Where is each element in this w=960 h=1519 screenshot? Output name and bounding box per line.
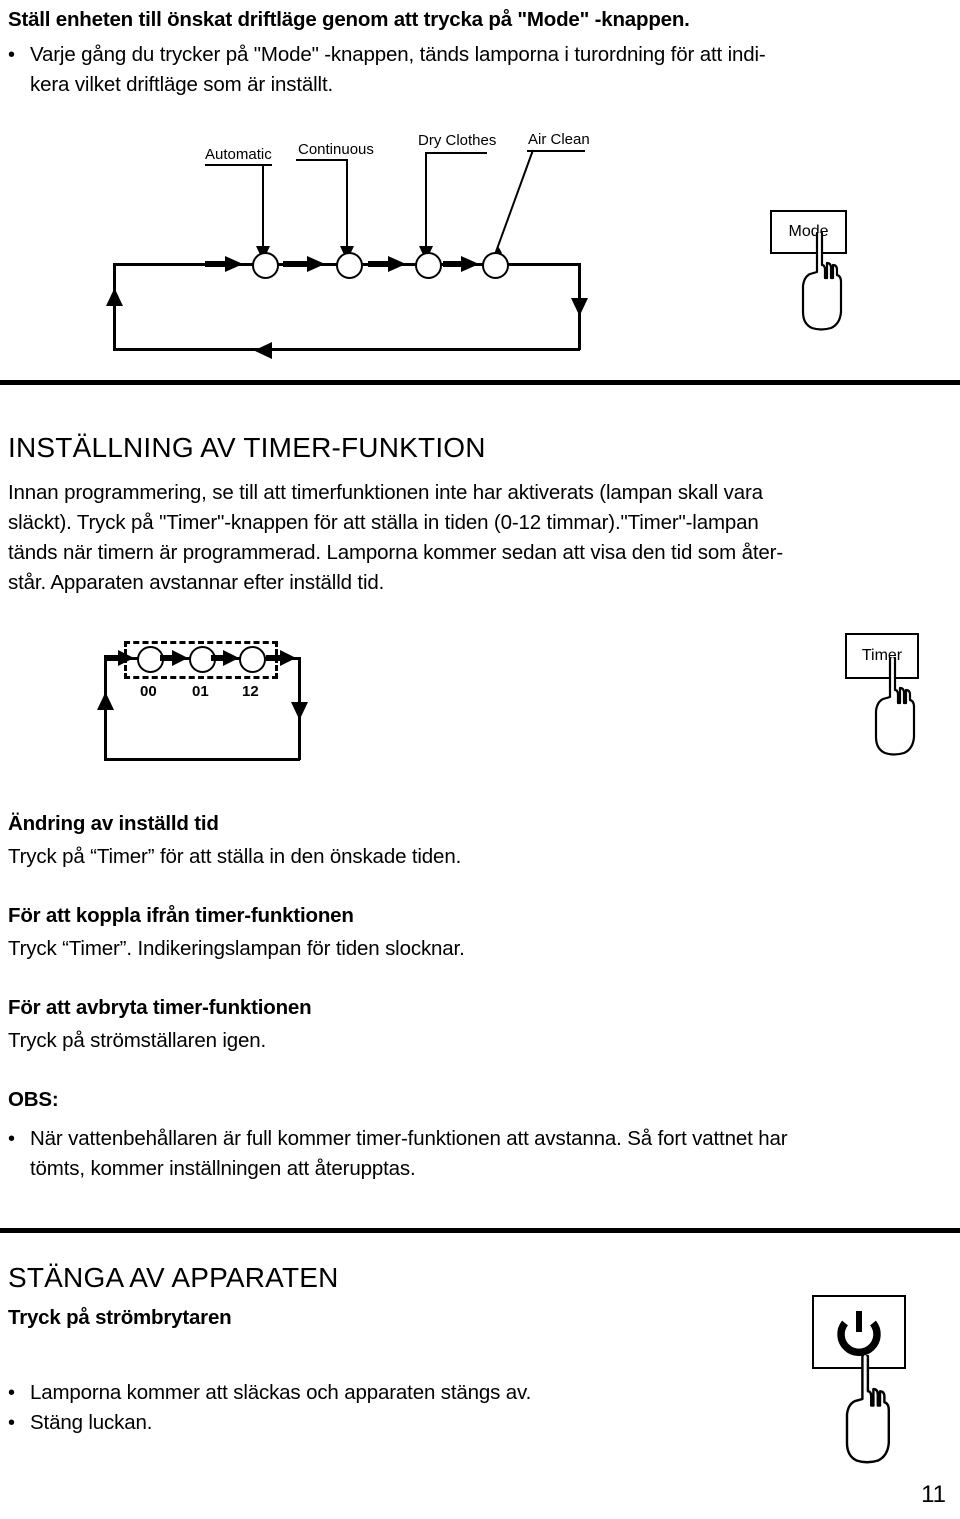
timer-arrow-down bbox=[291, 702, 308, 720]
shutdown-heading: STÄNGA AV APPARATEN bbox=[8, 1262, 339, 1293]
timer-indicator-3 bbox=[239, 646, 266, 673]
leader-line-continuous-vertical bbox=[346, 159, 348, 248]
instruction-body-1: Tryck på “Timer” för att ställa in den ö… bbox=[8, 845, 462, 868]
leader-line-automatic-vertical bbox=[262, 164, 264, 248]
bullet-icon: • bbox=[8, 1128, 15, 1150]
cycle-arrow-left bbox=[254, 342, 272, 359]
mode-label-dry-clothes: Dry Clothes bbox=[418, 132, 497, 149]
mode-indicator-1 bbox=[252, 252, 279, 279]
note-line2: tömts, kommer inställningen att återuppt… bbox=[30, 1157, 416, 1180]
section-divider-1 bbox=[0, 380, 960, 385]
timer-cycle-diagram: 00 01 12 Timer bbox=[0, 600, 960, 800]
instruction-title-3: För att avbryta timer-funktionen bbox=[8, 996, 312, 1019]
cycle-arrow-up bbox=[106, 288, 123, 306]
mode-label-air-clean: Air Clean bbox=[528, 131, 590, 148]
mode-indicator-2 bbox=[336, 252, 363, 279]
timer-arrow-up bbox=[97, 692, 114, 710]
mode-label-automatic: Automatic bbox=[205, 146, 272, 163]
pointing-hand-icon bbox=[845, 1355, 891, 1464]
timer-body-line3: tänds när timern är programmerad. Lampor… bbox=[8, 541, 784, 564]
mode-indicator-4 bbox=[482, 252, 509, 279]
leader-line-dryclothes-underline bbox=[425, 152, 487, 154]
shutdown-bullet-1-text: Lamporna kommer att släckas och apparate… bbox=[30, 1381, 532, 1404]
note-line1: När vattenbehållaren är full kommer time… bbox=[30, 1127, 788, 1150]
instruction-title-2: För att koppla ifrån timer-funktionen bbox=[8, 904, 354, 927]
shutdown-subheading: Tryck på strömbrytaren bbox=[8, 1306, 232, 1329]
timer-body-line1: Innan programmering, se till att timerfu… bbox=[8, 481, 763, 504]
mode-indicator-3 bbox=[415, 252, 442, 279]
page-number: 11 bbox=[921, 1481, 946, 1508]
timer-section-heading: INSTÄLLNING AV TIMER-FUNKTION bbox=[8, 432, 486, 463]
timer-value-12: 12 bbox=[242, 683, 259, 700]
bullet-icon: • bbox=[8, 1412, 15, 1434]
leader-line-continuous-underline bbox=[296, 159, 348, 161]
instruction-body-2: Tryck “Timer”. Indikeringslampan för tid… bbox=[8, 937, 465, 960]
power-button-illustration bbox=[800, 1295, 950, 1495]
leader-line-airclean-diagonal bbox=[491, 149, 534, 261]
mode-label-continuous: Continuous bbox=[298, 141, 374, 158]
flow-arrow-4 bbox=[443, 256, 479, 272]
cycle-arrow-down bbox=[571, 298, 588, 316]
note-bullet: • När vattenbehållaren är full kommer ti… bbox=[8, 1124, 938, 1154]
shutdown-bullet-1: • Lamporna kommer att släckas och appara… bbox=[8, 1378, 708, 1408]
timer-body-line2: släckt). Tryck på "Timer"-knappen för at… bbox=[8, 511, 759, 534]
section-divider-2 bbox=[0, 1228, 960, 1233]
pointing-hand-icon bbox=[874, 657, 916, 756]
timer-flow-arrow-in bbox=[104, 650, 134, 666]
shutdown-bullet-2: • Stäng luckan. bbox=[8, 1408, 708, 1438]
flow-arrow-1 bbox=[205, 256, 243, 272]
timer-value-01: 01 bbox=[192, 683, 209, 700]
mode-cycle-diagram: Automatic Continuous Dry Clothes Air Cle… bbox=[0, 0, 960, 380]
timer-value-00: 00 bbox=[140, 683, 157, 700]
timer-body-line4: står. Apparaten avstannar efter inställd… bbox=[8, 571, 385, 594]
bullet-icon: • bbox=[8, 1382, 15, 1404]
leader-line-dryclothes-vertical bbox=[425, 152, 427, 248]
cycle-bottom-line bbox=[113, 348, 580, 351]
note-title: OBS: bbox=[8, 1088, 59, 1111]
document-page: Ställ enheten till önskat driftläge geno… bbox=[0, 0, 960, 1519]
flow-arrow-3 bbox=[368, 256, 406, 272]
leader-line-airclean-underline bbox=[527, 150, 585, 152]
instruction-body-3: Tryck på strömställaren igen. bbox=[8, 1029, 267, 1052]
power-symbol-icon bbox=[837, 1311, 881, 1356]
timer-flow-arrow-out bbox=[266, 650, 296, 666]
timer-flow-arrow-2 bbox=[211, 650, 239, 666]
flow-arrow-2 bbox=[283, 256, 325, 272]
pointing-hand-icon bbox=[801, 232, 843, 331]
instruction-title-1: Ändring av inställd tid bbox=[8, 812, 219, 835]
timer-bottom-line bbox=[104, 758, 300, 761]
timer-flow-arrow-1 bbox=[160, 650, 188, 666]
shutdown-bullet-2-text: Stäng luckan. bbox=[30, 1411, 153, 1434]
